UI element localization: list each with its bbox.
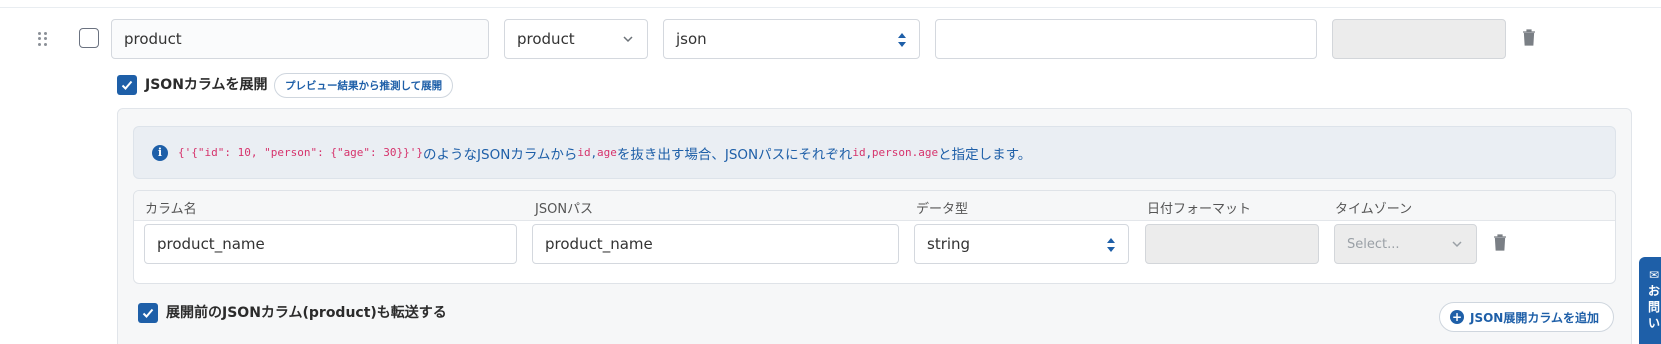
header-data-type: データ型 (916, 202, 969, 217)
trash-icon[interactable] (1493, 234, 1507, 251)
drag-handle-icon[interactable] (38, 32, 48, 46)
json-expand-checkbox[interactable] (117, 75, 137, 95)
keep-original-label: 展開前のJSONカラム(product)も転送する (166, 305, 447, 321)
info-text-1: のようなJSONカラムから (423, 146, 578, 163)
data-type-value: json (676, 30, 707, 48)
trash-icon[interactable] (1522, 29, 1536, 46)
json-path-input[interactable]: product_name (532, 224, 899, 264)
sort-arrows-icon (1106, 235, 1116, 255)
example-key-id: id (577, 146, 591, 159)
table-header: カラム名 JSONパス データ型 日付フォーマット タイムゾーン (134, 191, 1615, 221)
timezone-placeholder: Select... (1347, 236, 1400, 252)
info-icon: i (152, 144, 168, 161)
plus-circle-icon: + (1450, 310, 1464, 324)
infer-from-preview-button[interactable]: プレビュー結果から推測して展開 (274, 73, 454, 98)
contact-tab[interactable]: ✉ お 問 い (1639, 257, 1661, 344)
contact-tab-char: い (1647, 316, 1660, 330)
info-text-2: を抜き出す場合、JSONパスにそれぞれ (616, 146, 853, 163)
header-date-format: 日付フォーマット (1147, 202, 1252, 217)
json-expand-label: JSONカラムを展開 (145, 77, 268, 93)
column-row: product product json (0, 0, 1661, 80)
contact-tab-char: お (1647, 284, 1660, 298)
add-json-column-button[interactable]: + JSON展開カラムを追加 (1439, 302, 1614, 332)
info-box: i {'{"id": 10, "person": {"age": 30}}'} … (133, 126, 1616, 179)
json-data-type-select[interactable]: string (914, 224, 1129, 264)
chevron-down-icon (1450, 237, 1464, 251)
field-4-input[interactable] (935, 19, 1317, 59)
example-path-id: id (852, 146, 866, 159)
example-path-person-age: person.age (871, 146, 939, 159)
data-type-select[interactable]: json (663, 19, 920, 59)
date-format-input (1145, 224, 1319, 264)
keep-original-checkbox[interactable] (138, 303, 158, 323)
example-key-age: age (596, 146, 617, 159)
sort-arrows-icon (897, 30, 907, 50)
row-select-checkbox[interactable] (79, 28, 99, 48)
source-column-select[interactable]: product (504, 19, 648, 59)
column-name-value: product (124, 30, 182, 48)
header-json-path: JSONパス (535, 202, 594, 217)
json-column-name-input[interactable]: product_name (144, 224, 517, 264)
add-json-column-label: JSON展開カラムを追加 (1470, 310, 1599, 325)
chevron-down-icon (621, 32, 635, 46)
source-column-value: product (517, 30, 575, 48)
example-json-code: {'{"id": 10, "person": {"age": 30}}'} (178, 146, 424, 159)
field-5-input (1332, 19, 1506, 59)
json-column-name-value: product_name (157, 235, 265, 253)
column-name-input[interactable]: product (111, 19, 489, 59)
header-timezone: タイムゾーン (1335, 202, 1413, 217)
info-text-3: と指定します。 (938, 146, 1032, 163)
contact-tab-char: 問 (1647, 300, 1660, 314)
json-data-type-value: string (927, 235, 971, 253)
header-column-name: カラム名 (145, 202, 197, 217)
timezone-select: Select... (1334, 224, 1477, 264)
json-path-value: product_name (545, 235, 653, 253)
mail-icon: ✉ (1648, 268, 1660, 282)
